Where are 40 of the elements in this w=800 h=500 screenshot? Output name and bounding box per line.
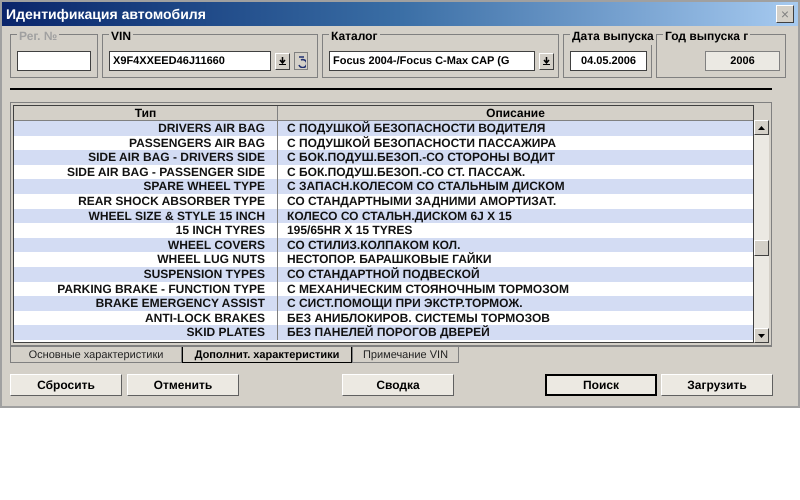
scroll-down-button[interactable] [754, 328, 769, 343]
table-cell-text: БЕЗ АНИБЛОКИРОВ. СИСТЕМЫ ТОРМОЗОВ [286, 310, 551, 325]
dropdown-button[interactable] [539, 52, 554, 70]
scrollbar[interactable] [754, 120, 769, 343]
tab[interactable]: Основные характеристики [10, 347, 182, 363]
table-cell-text: С ПОДУШКОЙ БЕЗОПАСНОСТИ ВОДИТЕЛЯ [286, 121, 546, 136]
action-button[interactable]: Отменить [127, 374, 239, 396]
input-field[interactable]: 2006 [705, 51, 780, 71]
input-field[interactable]: 04.05.2006 [570, 51, 647, 71]
table-cell-text: СО СТИЛИЗ.КОЛПАКОМ КОЛ. [286, 238, 462, 252]
table-cell-text: С СИСТ.ПОМОЩИ ПРИ ЭКСТР.ТОРМОЖ. [286, 296, 524, 311]
table-cell-text: КОЛЕСО СО СТАЛЬН.ДИСКОМ 6J X 15 [286, 208, 513, 224]
table-cell-text: СО СТАНДАРТНОЙ ПОДВЕСКОЙ [286, 266, 481, 282]
action-button[interactable]: Поиск [545, 374, 657, 396]
table-cell-text: НЕСТОПОР. БАРАШКОВЫЕ ГАЙКИ [286, 252, 492, 267]
table-cell-text: СО СТАНДАРТНЫМИ ЗАДНИМИ АМОРТИЗАТ. [286, 194, 558, 209]
input-field[interactable]: X9F4XXEED46J11660 [109, 51, 271, 71]
download-arrow-icon [279, 57, 286, 65]
table-cell-text: С ЗАПАСН.КОЛЕСОМ СО СТАЛЬНЫМ ДИСКОМ [286, 179, 566, 194]
table-cell-text: С МЕХАНИЧЕСКИМ СТОЯНОЧНЫМ ТОРМОЗОМ [286, 282, 570, 296]
scroll-thumb[interactable] [754, 240, 769, 256]
download-arrow-icon [543, 57, 550, 65]
input-field[interactable]: Focus 2004-/Focus C-Max CAP (G [329, 51, 535, 71]
table-cell-text: С БОК.ПОДУШ.БЕЗОП.-СО СТ. ПАССАЖ. [286, 164, 526, 180]
action-button[interactable]: Загрузить [661, 374, 773, 396]
table-cell-text: С БОК.ПОДУШ.БЕЗОП.-СО СТОРОНЫ ВОДИТ [286, 150, 556, 165]
dropdown-button[interactable] [275, 52, 290, 70]
table-cell-text: БЕЗ ПАНЕЛЕЙ ПОРОГОВ ДВЕРЕЙ [286, 325, 491, 340]
down-arrow-icon [758, 334, 765, 338]
up-arrow-icon [758, 126, 765, 130]
tab[interactable]: Дополнит. характеристики [182, 347, 352, 363]
refresh-button[interactable] [294, 52, 308, 70]
window-title: Идентификация автомобиля [6, 4, 206, 24]
action-button[interactable]: Сбросить [10, 374, 122, 396]
table-cell-text: С ПОДУШКОЙ БЕЗОПАСНОСТИ ПАССАЖИРА [286, 136, 558, 150]
action-button[interactable]: Сводка [342, 374, 454, 396]
tab[interactable]: Примечание VIN [352, 347, 459, 363]
table-cell-text: 195/65HR X 15 TYRES [286, 223, 414, 238]
scroll-up-button[interactable] [754, 120, 769, 135]
table-cell: SKID PLATES [14, 325, 278, 340]
